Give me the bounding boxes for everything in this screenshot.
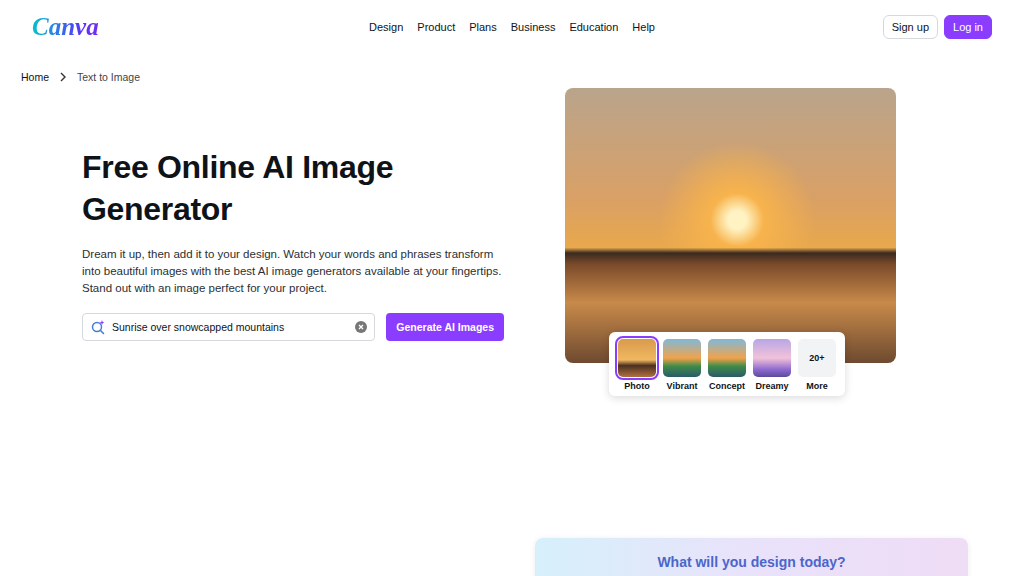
login-button[interactable]: Log in [944,15,992,39]
style-thumbnail [753,339,791,377]
style-option[interactable]: 20+ More [798,339,836,391]
header: Canva Design Product Plans Business Education… [0,0,1024,54]
nav-item[interactable]: Plans [469,21,497,33]
prompt-field[interactable]: Sunrise over snowcapped mountains [82,313,375,341]
more-styles-badge: 20+ [798,339,836,377]
main-nav: Design Product Plans Business Education Help [369,21,655,33]
style-label: Concept [709,381,745,391]
hero-photo [565,88,896,363]
hero: Free Online AI Image Generator Dream it u… [0,88,1024,408]
promo-title: What will you design today? [657,554,845,576]
style-thumbnail [618,339,656,377]
nav-item[interactable]: Product [417,21,455,33]
style-label: Dreamy [755,381,788,391]
style-option[interactable]: Dreamy [753,339,791,391]
breadcrumb-item: Text to Image [77,71,140,83]
hero-text: Free Online AI Image Generator Dream it u… [82,88,504,408]
signup-button[interactable]: Sign up [883,15,938,39]
breadcrumb-item[interactable]: Home [21,71,49,83]
nav-item[interactable]: Design [369,21,403,33]
prompt-value: Sunrise over snowcapped mountains [112,321,349,333]
prompt-row: Sunrise over snowcapped mountains Generat… [82,313,504,341]
canva-logo[interactable]: Canva [32,11,103,43]
ai-search-icon [90,319,106,335]
promo-card: What will you design today? [535,538,968,576]
nav-item[interactable]: Business [511,21,556,33]
chevron-right-icon [59,72,67,82]
style-picker: Photo Vibrant Concept Dreamy 20+ More [609,332,845,396]
breadcrumb: Home Text to Image [0,54,1024,84]
hero-media: Photo Vibrant Concept Dreamy 20+ More [565,88,896,408]
style-thumbnail [708,339,746,377]
hero-title: Free Online AI Image Generator [82,146,504,230]
generate-button[interactable]: Generate AI Images [386,313,504,341]
style-label: Photo [624,381,650,391]
nav-item[interactable]: Education [569,21,618,33]
auth-buttons: Sign upLog in [883,15,992,39]
style-thumbnail [663,339,701,377]
hero-description: Dream it up, then add it to your design.… [82,246,504,297]
page: Canva Design Product Plans Business Education… [0,0,1024,576]
clear-icon[interactable] [355,321,367,333]
style-label: More [806,381,828,391]
style-option[interactable]: Concept [708,339,746,391]
style-option[interactable]: Vibrant [663,339,701,391]
nav-item[interactable]: Help [632,21,655,33]
style-option[interactable]: Photo [618,339,656,391]
style-label: Vibrant [667,381,698,391]
